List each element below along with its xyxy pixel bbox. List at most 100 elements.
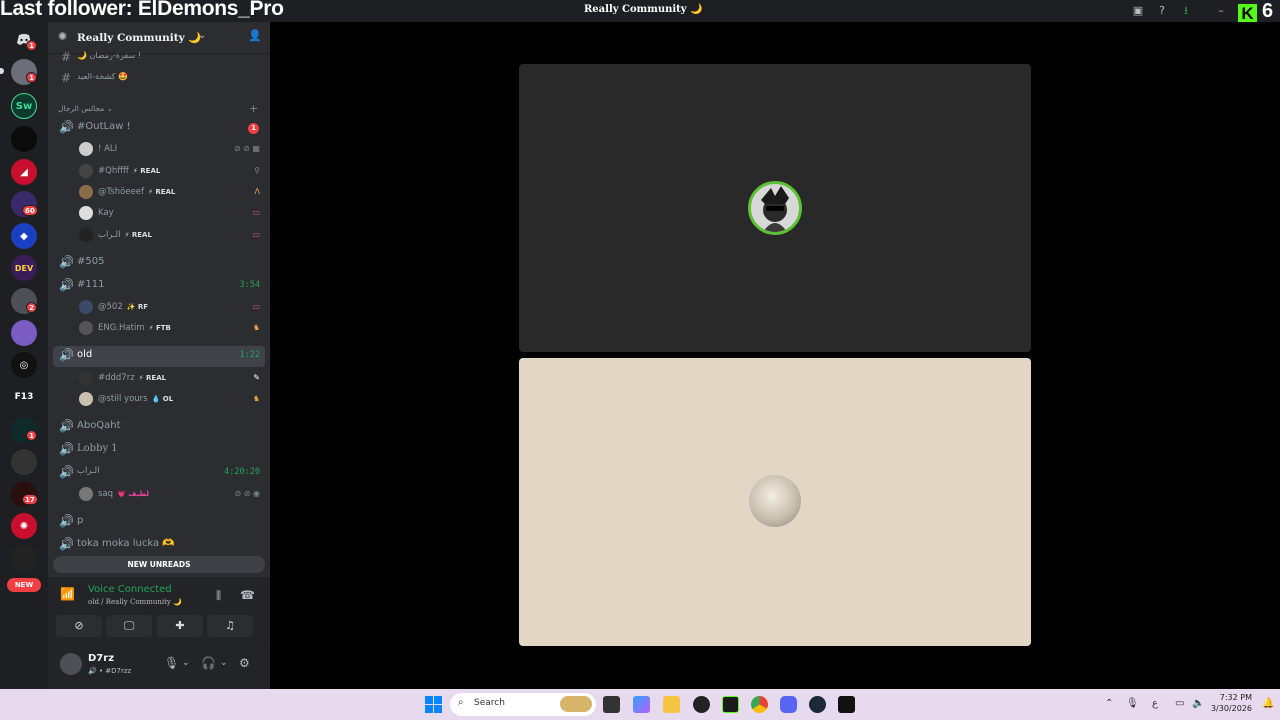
windows-start-icon[interactable] bbox=[425, 696, 442, 713]
inbox-icon[interactable]: ▣ bbox=[1131, 4, 1145, 18]
voice-user[interactable]: saq 💗 لطيف ⊘ ⊘ ◉ bbox=[48, 485, 270, 505]
signal-icon[interactable]: 📶 bbox=[60, 587, 75, 601]
taskbar-search[interactable]: ⌕ Search bbox=[450, 693, 596, 716]
avatar bbox=[79, 142, 93, 156]
obs-icon[interactable] bbox=[693, 696, 710, 713]
channel-sidebar: ✺ Really Community 🌙 ⌄ 👤 # 🌙 سفرة-رمضان … bbox=[48, 22, 270, 689]
game-icon: ▭ bbox=[252, 302, 260, 311]
voice-channel-aboqaht[interactable]: 🔊 AboQaht bbox=[48, 417, 270, 437]
kick-studio-icon[interactable] bbox=[722, 696, 739, 713]
voice-channel-outlaw[interactable]: 🔊 #OutLaw ! 1 bbox=[48, 118, 270, 138]
server-icon[interactable]: ◢ bbox=[11, 159, 37, 185]
microphone-icon[interactable]: 🎙 bbox=[1126, 698, 1139, 709]
voice-channel-toka[interactable]: 🔊 toka moka lucka 🫶 bbox=[48, 535, 270, 555]
server-icon[interactable] bbox=[11, 449, 37, 475]
activities-button[interactable]: ✚ bbox=[157, 615, 203, 637]
chevron-down-icon[interactable]: ⌄ bbox=[182, 658, 190, 668]
voice-channel-label[interactable]: old / Really Community 🌙 bbox=[88, 598, 182, 606]
user-name: ! ALI bbox=[98, 144, 118, 154]
voice-channel-old[interactable]: 🔊 old 1:22 bbox=[53, 346, 265, 367]
stream-overlay-follower: Last follower: ElDemons_Pro bbox=[0, 0, 284, 20]
clock-date[interactable]: 3/30/2026 bbox=[1208, 704, 1252, 713]
avatar bbox=[79, 371, 93, 385]
voice-channel-alrap[interactable]: 🔊 الـراب 4:20:20 bbox=[48, 463, 270, 483]
steam-icon[interactable] bbox=[809, 696, 826, 713]
voice-status[interactable]: Voice Connected bbox=[88, 584, 172, 595]
settings-gear-icon[interactable]: ⚙ bbox=[239, 656, 250, 670]
participant-tile[interactable] bbox=[519, 358, 1031, 646]
user-handle: 🔊 • #D7rzz bbox=[88, 667, 132, 675]
server-badge: 2 bbox=[26, 302, 37, 313]
voice-user[interactable]: ENG.Hatim ⚡ FTB ♞ bbox=[48, 319, 270, 339]
new-unreads-pill[interactable]: NEW bbox=[7, 578, 41, 592]
server-icon[interactable] bbox=[11, 126, 37, 152]
camera-off-icon: ⊘ bbox=[74, 619, 84, 632]
voice-channel-p[interactable]: 🔊 p bbox=[48, 512, 270, 532]
tray-chevron-icon[interactable]: ⌃ bbox=[1105, 698, 1113, 709]
server-icon[interactable] bbox=[11, 545, 37, 571]
avatar bbox=[79, 392, 93, 406]
text-channel[interactable]: # كشخة-العيد 🤩 bbox=[48, 69, 270, 89]
clock-time[interactable]: 7:32 PM bbox=[1212, 693, 1252, 702]
voice-user[interactable]: @still yours 💧 OL ♞ bbox=[48, 390, 270, 410]
download-icon[interactable]: ⭳ bbox=[1179, 4, 1193, 18]
voice-channel-505[interactable]: 🔊 #505 bbox=[48, 253, 270, 273]
soundboard-button[interactable]: ♫ bbox=[207, 615, 253, 637]
camera-off-button[interactable]: ⊘ bbox=[56, 615, 102, 637]
add-channel-icon[interactable]: + bbox=[249, 102, 258, 115]
user-display-name[interactable]: D7rz bbox=[88, 653, 114, 664]
server-icon-dev[interactable]: DEV bbox=[11, 255, 37, 281]
invite-people-icon[interactable]: 👤 bbox=[248, 29, 262, 42]
channel-name: p bbox=[77, 515, 84, 526]
new-unreads-button[interactable]: NEW UNREADS bbox=[53, 556, 265, 573]
user-tag: 💗 لطيف bbox=[117, 490, 149, 498]
server-icon[interactable]: ✺ bbox=[11, 513, 37, 539]
voice-user[interactable]: #Qhffff ⚡ REAL ⚲ bbox=[48, 162, 270, 182]
user-name: Kay bbox=[98, 208, 114, 218]
discord-icon[interactable] bbox=[780, 696, 797, 713]
chrome-icon[interactable] bbox=[751, 696, 768, 713]
app-icon[interactable] bbox=[838, 696, 855, 713]
server-icon-f13[interactable]: F13 bbox=[11, 384, 37, 410]
server-icon-sw[interactable]: Sw bbox=[11, 93, 37, 119]
chevron-down-icon[interactable]: ⌄ bbox=[220, 658, 228, 668]
noise-suppression-icon[interactable]: ⫼ bbox=[216, 589, 221, 603]
avatar bbox=[79, 228, 93, 242]
voice-user[interactable]: Kay ▭ bbox=[48, 204, 270, 224]
task-view-icon[interactable] bbox=[603, 696, 620, 713]
kick-logo: K bbox=[1238, 4, 1257, 23]
avatar[interactable] bbox=[60, 653, 82, 675]
avatar bbox=[79, 164, 93, 178]
speaker-icon: 🔊 bbox=[59, 419, 74, 433]
screen-share-button[interactable]: 🖵 bbox=[106, 615, 152, 637]
voice-channel-lobby[interactable]: 🔊 Lobby 1 bbox=[48, 440, 270, 460]
voice-user[interactable]: #ddd7rz ⚡ REAL ✎ bbox=[48, 369, 270, 389]
voice-user[interactable]: @Tshöeeef ⚡ REAL Λ bbox=[48, 183, 270, 203]
network-icon[interactable]: ▭ bbox=[1175, 698, 1184, 709]
server-badge: 17 bbox=[22, 494, 38, 505]
server-icon[interactable]: ◆ bbox=[11, 223, 37, 249]
voice-channel-111[interactable]: 🔊 #111 3:54 bbox=[48, 276, 270, 296]
channel-name: Lobby 1 bbox=[77, 443, 118, 454]
avatar bbox=[79, 185, 93, 199]
language-icon[interactable]: ع bbox=[1152, 698, 1158, 709]
participant-tile[interactable] bbox=[519, 64, 1031, 352]
voice-user[interactable]: ! ALI ⊘ ⊘ ▦ bbox=[48, 140, 270, 160]
help-icon[interactable]: ? bbox=[1155, 4, 1169, 18]
voice-user[interactable]: @502 ✨ RF ▭ bbox=[48, 298, 270, 318]
windows-taskbar: ⌕ Search ⌃ 🎙 ع ▭ 🔈 7:32 PM 3/30/2026 🔔 bbox=[0, 689, 1280, 720]
server-icon[interactable]: ◎ bbox=[11, 352, 37, 378]
voice-user[interactable]: الـراب ⚡ REAL ▭ bbox=[48, 226, 270, 246]
copilot-icon[interactable] bbox=[633, 696, 650, 713]
volume-icon[interactable]: 🔈 bbox=[1192, 698, 1204, 709]
disconnect-icon[interactable]: ☎ bbox=[240, 588, 255, 602]
microphone-icon[interactable]: 🎙 bbox=[164, 656, 179, 670]
category-header[interactable]: مجالس الرجال ⌄ bbox=[58, 104, 113, 113]
server-icon[interactable] bbox=[11, 320, 37, 346]
headphones-icon[interactable]: 🎧 bbox=[201, 656, 216, 670]
text-channel[interactable]: # 🌙 سفرة-رمضان ! bbox=[48, 48, 270, 68]
notifications-icon[interactable]: 🔔 bbox=[1262, 698, 1274, 709]
user-name: saq bbox=[98, 489, 114, 499]
file-explorer-icon[interactable] bbox=[663, 696, 680, 713]
minimize-icon[interactable]: – bbox=[1214, 4, 1228, 18]
